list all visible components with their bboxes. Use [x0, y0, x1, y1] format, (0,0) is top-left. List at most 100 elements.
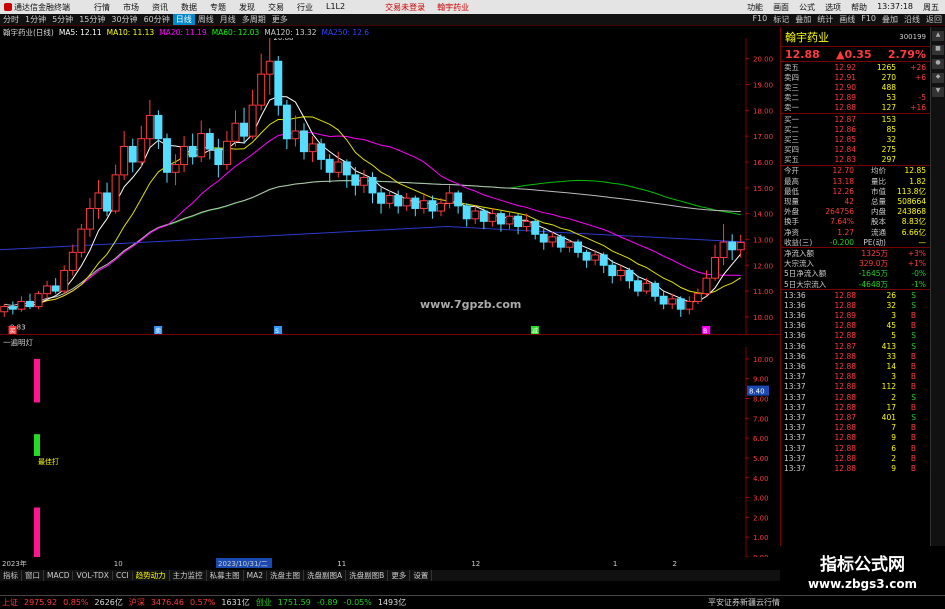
- cy-index-label[interactable]: 创业: [256, 597, 272, 608]
- menubar-right-item[interactable]: 选项: [825, 2, 841, 13]
- side-icon[interactable]: ◆: [932, 73, 944, 83]
- candle-body: [462, 205, 471, 220]
- candle-body: [0, 306, 9, 313]
- menu-item[interactable]: 交易: [268, 2, 284, 13]
- side-toolbar[interactable]: ▲ ■ ● ◆ ▼: [930, 27, 945, 582]
- tick-time: 13:37: [784, 423, 806, 433]
- toolbar-button[interactable]: F10: [749, 14, 770, 25]
- menu-item[interactable]: 资讯: [152, 2, 168, 13]
- indicator-tab[interactable]: 洗盘主图: [267, 570, 305, 581]
- indicator-tab[interactable]: 主力监控: [170, 570, 207, 581]
- side-icon[interactable]: ●: [932, 59, 944, 69]
- menubar-right-item[interactable]: 帮助: [851, 2, 867, 13]
- stat-label: PE(动): [863, 237, 886, 247]
- ask-volume: 53: [886, 93, 896, 103]
- bid-label: 买五: [784, 155, 799, 165]
- period-tab[interactable]: 更多: [269, 14, 291, 25]
- candle-body: [496, 213, 505, 225]
- indicator-tab[interactable]: 私募主图: [207, 570, 244, 581]
- indicator-tab[interactable]: 趋势动力: [133, 570, 170, 581]
- sz-index-label[interactable]: 沪深: [129, 597, 145, 608]
- side-icon[interactable]: ■: [932, 45, 944, 55]
- toolbar-button[interactable]: 叠加: [792, 14, 814, 25]
- period-tab[interactable]: 日线: [172, 14, 195, 25]
- indicator-tab[interactable]: 洗盘副图A: [304, 570, 347, 581]
- indicator-tab[interactable]: VOL-TDX: [73, 571, 113, 580]
- tick-time: 13:36: [784, 311, 806, 321]
- period-tab[interactable]: 5分钟: [49, 14, 76, 25]
- period-tab[interactable]: 周线: [195, 14, 217, 25]
- price-tick-label: 14.00: [753, 211, 773, 219]
- side-icon[interactable]: ▲: [932, 31, 944, 41]
- menu-item[interactable]: 数据: [181, 2, 197, 13]
- stock-code: 300199: [899, 32, 926, 41]
- status-bar: 上证 2975.92 0.85% 2626亿 沪深 3476.46 0.57% …: [0, 595, 945, 609]
- tick-volume: 401: [881, 412, 896, 422]
- period-tab[interactable]: 分时: [0, 14, 22, 25]
- menu-item[interactable]: L1L2: [326, 2, 345, 13]
- toolbar-button[interactable]: 标记: [770, 14, 792, 25]
- tick-volume: 9: [891, 463, 896, 473]
- trade-status-item[interactable]: 翰宇药业: [437, 2, 469, 13]
- period-tab[interactable]: 多周期: [239, 14, 269, 25]
- candle-body: [377, 192, 386, 204]
- indicator-tab[interactable]: CCI: [113, 571, 133, 580]
- date-label: 11: [337, 560, 346, 568]
- signal-mark-text: S: [275, 328, 279, 335]
- indicator-tab[interactable]: 更多: [388, 570, 411, 581]
- menu-item[interactable]: 行业: [297, 2, 313, 13]
- menu-item[interactable]: 专题: [210, 2, 226, 13]
- ma20-line: [4, 131, 741, 309]
- indicator-tab[interactable]: MACD: [44, 571, 74, 580]
- toolbar-button[interactable]: 返回: [923, 14, 945, 25]
- kline-chart[interactable]: 20.00 19.00 18.00 17.00 16.00 15.00 14.00 13.00…: [0, 38, 780, 335]
- tick-volume: 3: [891, 372, 896, 382]
- tick-volume: 45: [886, 321, 896, 331]
- menu-bar: 通达信金融终端 行情 市场 资讯 数据 专题 发现 交易 行业 L1L2 交易未登录 翰宇药业 功…: [0, 0, 945, 14]
- candle-body: [479, 210, 488, 222]
- candle-body: [120, 145, 129, 176]
- lower-tick-label: 9.00: [753, 376, 769, 384]
- side-icon[interactable]: ▼: [932, 87, 944, 97]
- menu-item[interactable]: 发现: [239, 2, 255, 13]
- period-tab[interactable]: 1分钟: [22, 14, 49, 25]
- toolbar-button[interactable]: 叠加: [879, 14, 901, 25]
- ask-volume: 270: [881, 72, 896, 82]
- indicator-tab[interactable]: 窗口: [22, 570, 44, 581]
- menubar-right-item[interactable]: 功能: [747, 2, 763, 13]
- candle-body: [85, 207, 94, 230]
- menu-item[interactable]: 市场: [123, 2, 139, 13]
- tick-list[interactable]: 13:36 12.88 26 S 13:36 12.88 32 S 13:36 12.89 3 B 13…: [781, 289, 930, 473]
- tick-price: 12.88: [834, 290, 856, 300]
- toolbar-button[interactable]: F10: [858, 14, 879, 25]
- period-tab[interactable]: 30分钟: [108, 14, 140, 25]
- tick-volume: 112: [881, 382, 896, 392]
- indicator-tab[interactable]: 洗盘副图B: [346, 570, 389, 581]
- tick-side: B: [910, 443, 916, 453]
- menubar-right-item[interactable]: 周五: [923, 2, 939, 13]
- sh-index-label[interactable]: 上证: [2, 597, 18, 608]
- toolbar-button[interactable]: 沿线: [901, 14, 923, 25]
- lower-tick-label: 3.00: [753, 495, 769, 503]
- indicator-tab[interactable]: 设置: [410, 570, 433, 581]
- candle-body: [385, 195, 394, 204]
- ask-delta: -5: [918, 93, 926, 103]
- indicator-tab[interactable]: 指标: [0, 570, 22, 581]
- bid-volume: 85: [886, 124, 896, 134]
- menubar-right-item[interactable]: 13:37:18: [877, 2, 913, 13]
- period-tab[interactable]: 月线: [217, 14, 239, 25]
- candle-body: [334, 161, 343, 173]
- indicator-tab[interactable]: MA2: [244, 571, 268, 580]
- toolbar-button[interactable]: 画线: [836, 14, 858, 25]
- menubar-right-item[interactable]: 公式: [799, 2, 815, 13]
- signal-mark-text: 减: [532, 327, 538, 335]
- indicator-chart[interactable]: 10.00 9.00 8.00 7.00 6.00 5.00 4.00 3.00 2.00 1.0…: [0, 347, 780, 557]
- ask-volume: 127: [881, 103, 896, 113]
- toolbar-button[interactable]: 统计: [814, 14, 836, 25]
- trade-status-item[interactable]: 交易未登录: [385, 2, 425, 13]
- menubar-right-item[interactable]: 画面: [773, 2, 789, 13]
- period-tab[interactable]: 60分钟: [141, 14, 173, 25]
- period-tab[interactable]: 15分钟: [76, 14, 108, 25]
- menu-item[interactable]: 行情: [94, 2, 110, 13]
- cy-index-change: -0.89: [316, 598, 338, 607]
